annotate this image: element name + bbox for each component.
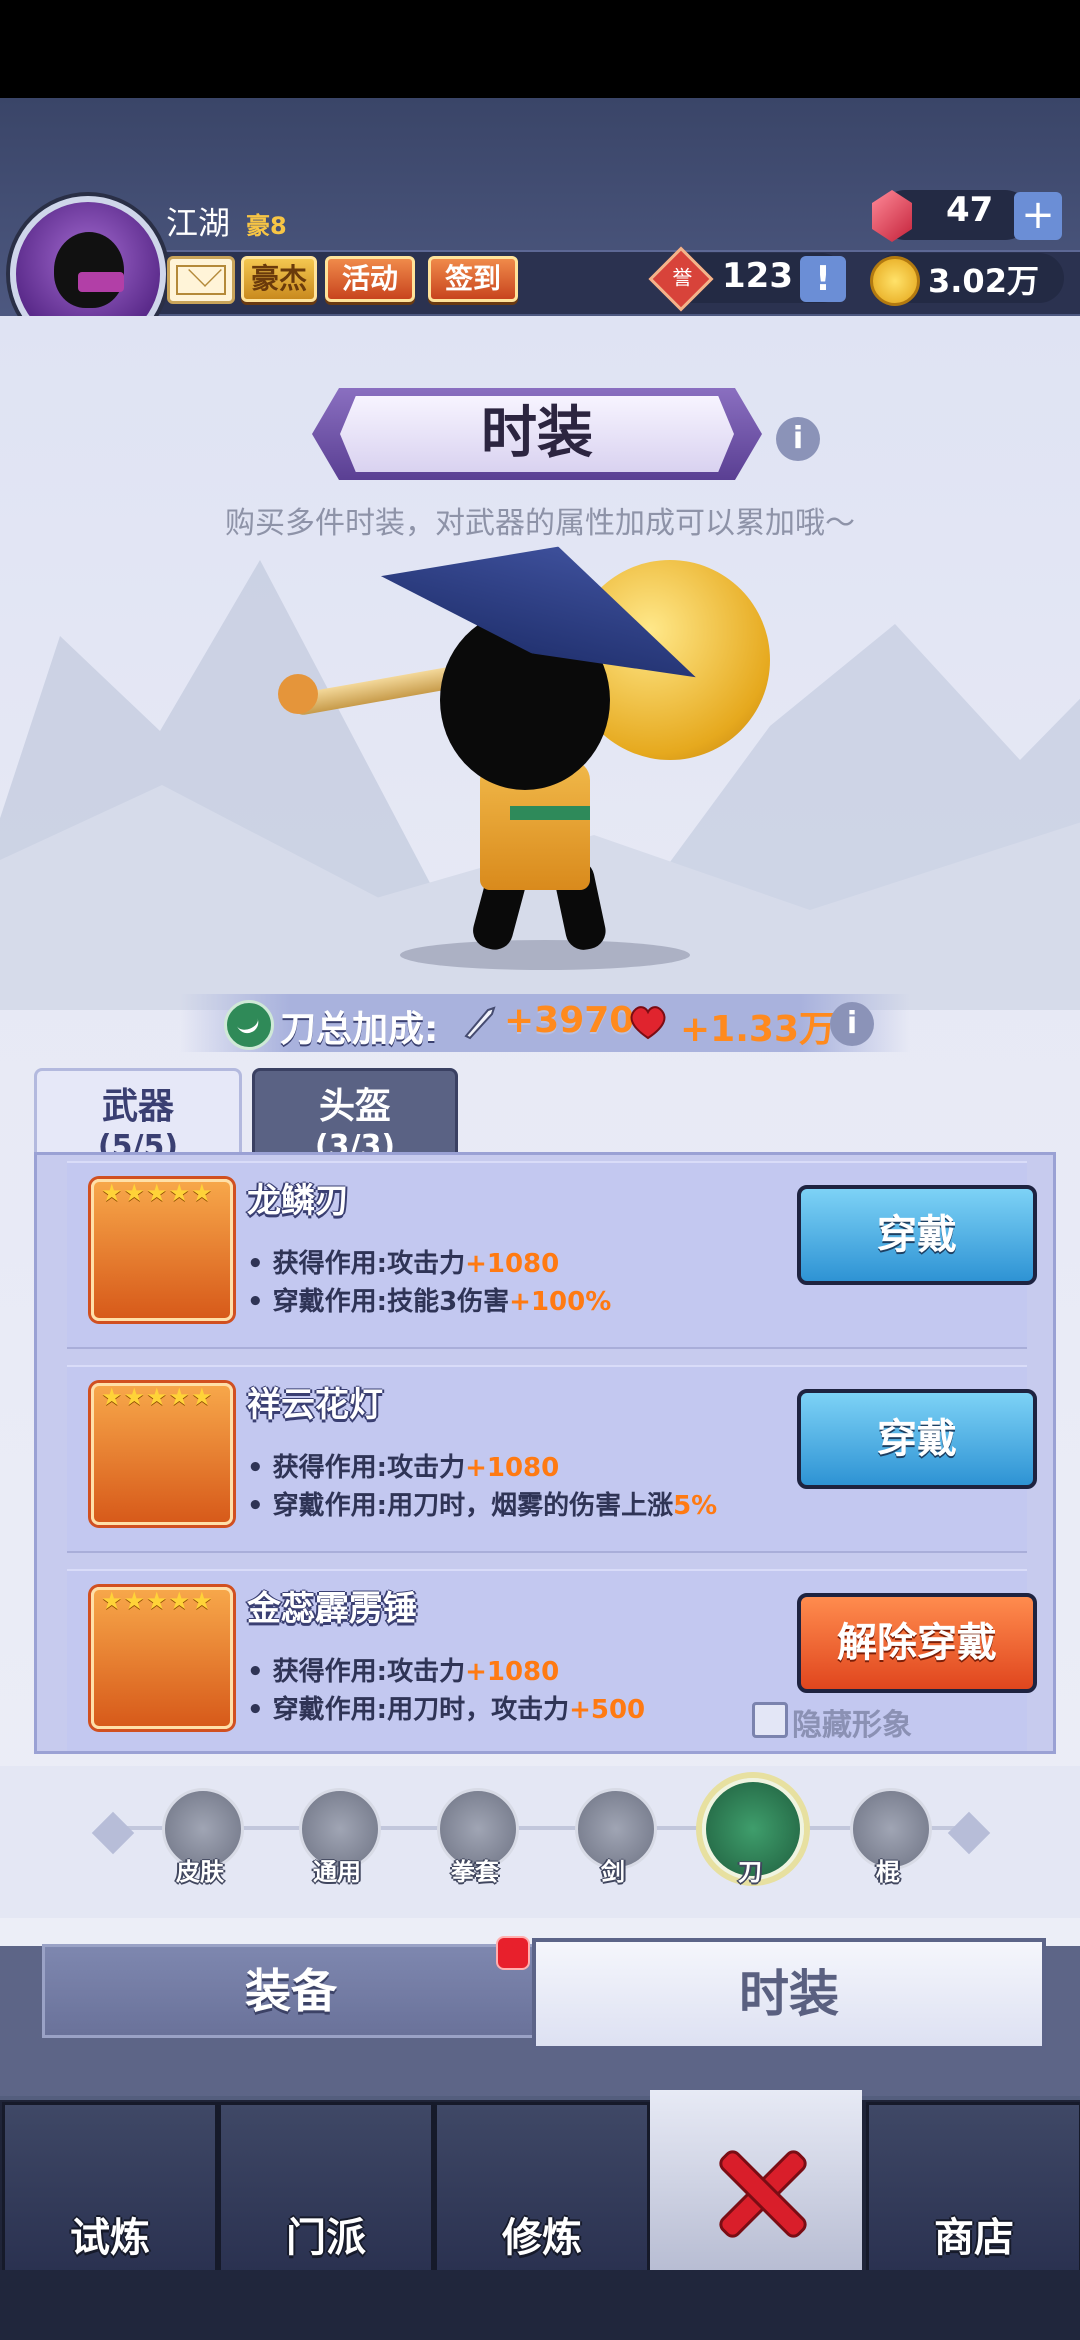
nav-label: 商店 [934,2215,1014,2261]
add-gems-button[interactable]: + [1014,192,1062,240]
honor-info-button[interactable]: ! [800,256,846,302]
notification-badge [496,1936,530,1970]
nav-label: 试炼 [70,2215,150,2261]
item-gain-effect: • 获得作用:攻击力+1080 [247,1243,559,1280]
honor-value: 123 [722,256,793,296]
bottom-safe-area [0,2270,1080,2340]
item-gain-effect: • 获得作用:攻击力+1080 [247,1447,559,1484]
effect-text: • 穿戴作用:用刀时，攻击力 [247,1695,570,1725]
attack-icon [464,1006,496,1040]
star-rating: ★★★★★ [101,1383,214,1411]
equipment-tab-button[interactable]: 装备 [42,1944,540,2038]
bonus-hp-value: +1.33万 [680,1009,835,1050]
bonus-label: 刀总加成: [280,1009,439,1050]
costume-list[interactable]: ★★★★★ 龙鳞刃 • 获得作用:攻击力+1080 • 穿戴作用:技能3伤害+1… [34,1152,1056,1754]
category-label: 棍 [876,1858,900,1886]
honor-token-glyph: 誉 [672,265,693,290]
star-rating: ★★★★★ [101,1587,214,1615]
close-icon[interactable] [716,2148,806,2238]
effect-value: +100% [509,1287,612,1317]
effect-value: 5% [673,1491,718,1521]
item-wear-effect: • 穿戴作用:用刀时，攻击力+500 [247,1689,645,1726]
gold-coin-icon [870,256,920,306]
category-label: 皮肤 [176,1858,224,1886]
page-title: 时装 [340,396,734,472]
bonus-info-button[interactable]: i [830,1002,874,1046]
effect-text: • 穿戴作用:用刀时，烟雾的伤害上涨 [247,1491,674,1521]
item-name: 龙鳞刃 [247,1181,349,1221]
effect-text: • 获得作用:攻击力 [247,1657,466,1687]
nav-label: 修炼 [502,2215,582,2261]
equip-button[interactable]: 穿戴 [797,1389,1037,1489]
category-label: 刀 [738,1858,762,1886]
effect-text: • 获得作用:攻击力 [247,1453,466,1483]
vip-rank: 豪8 [246,212,287,240]
effect-value: +1080 [465,1453,560,1483]
hero-button[interactable]: 豪杰 [241,256,317,302]
effect-value: +1080 [465,1249,560,1279]
hide-appearance-checkbox[interactable] [752,1702,788,1738]
gold-value: 3.02万 [928,262,1039,300]
unequip-button[interactable]: 解除穿戴 [797,1593,1037,1693]
bonus-attack-value: +3970 [504,1000,635,1041]
character-shadow [400,940,690,970]
health-icon [630,1006,666,1040]
player-name: 江湖 [166,204,231,242]
item-gain-effect: • 获得作用:攻击力+1080 [247,1651,559,1688]
tab-label: 头盔 [318,1086,391,1127]
effect-value: +1080 [465,1657,560,1687]
avatar-head [54,232,124,308]
list-item: ★★★★★ 祥云花灯 • 获得作用:攻击力+1080 • 穿戴作用:用刀时，烟雾… [67,1365,1037,1553]
mace-handle-end [278,674,318,714]
item-wear-effect: • 穿戴作用:技能3伤害+100% [247,1281,611,1318]
category-label: 拳套 [451,1858,499,1886]
nav-sect[interactable]: 门派 [218,2102,434,2276]
effect-text: • 获得作用:攻击力 [247,1249,466,1279]
checkin-button[interactable]: 签到 [428,256,518,302]
effect-value: +500 [569,1695,646,1725]
nav-cultivate[interactable]: 修炼 [434,2102,650,2276]
item-name: 祥云花灯 [247,1385,383,1425]
title-info-button[interactable]: i [776,417,820,461]
list-item: ★★★★★ 龙鳞刃 • 获得作用:攻击力+1080 • 穿戴作用:技能3伤害+1… [67,1161,1037,1349]
page-subtitle: 购买多件时装，对武器的属性加成可以累加哦～ [225,506,855,541]
effect-text: • 穿戴作用:技能3伤害 [247,1287,510,1317]
star-rating: ★★★★★ [101,1179,214,1207]
mail-icon[interactable] [167,256,235,304]
nav-trial[interactable]: 试炼 [2,2102,218,2276]
hide-appearance-label: 隐藏形象 [792,1708,912,1743]
item-name: 金蕊霹雳锤 [247,1589,417,1629]
saber-category-icon [224,1000,274,1050]
costume-tab-button[interactable]: 时装 [532,1938,1046,2050]
avatar-mask [78,272,124,292]
nav-shop[interactable]: 商店 [866,2102,1080,2276]
character-belt [510,806,590,820]
gem-value: 47 [946,190,994,230]
event-button[interactable]: 活动 [325,256,415,302]
category-label: 通用 [313,1858,361,1886]
item-wear-effect: • 穿戴作用:用刀时，烟雾的伤害上涨5% [247,1485,717,1522]
category-label: 剑 [601,1858,625,1886]
tab-label: 武器 [101,1086,174,1127]
equip-button[interactable]: 穿戴 [797,1185,1037,1285]
nav-label: 门派 [286,2215,366,2261]
